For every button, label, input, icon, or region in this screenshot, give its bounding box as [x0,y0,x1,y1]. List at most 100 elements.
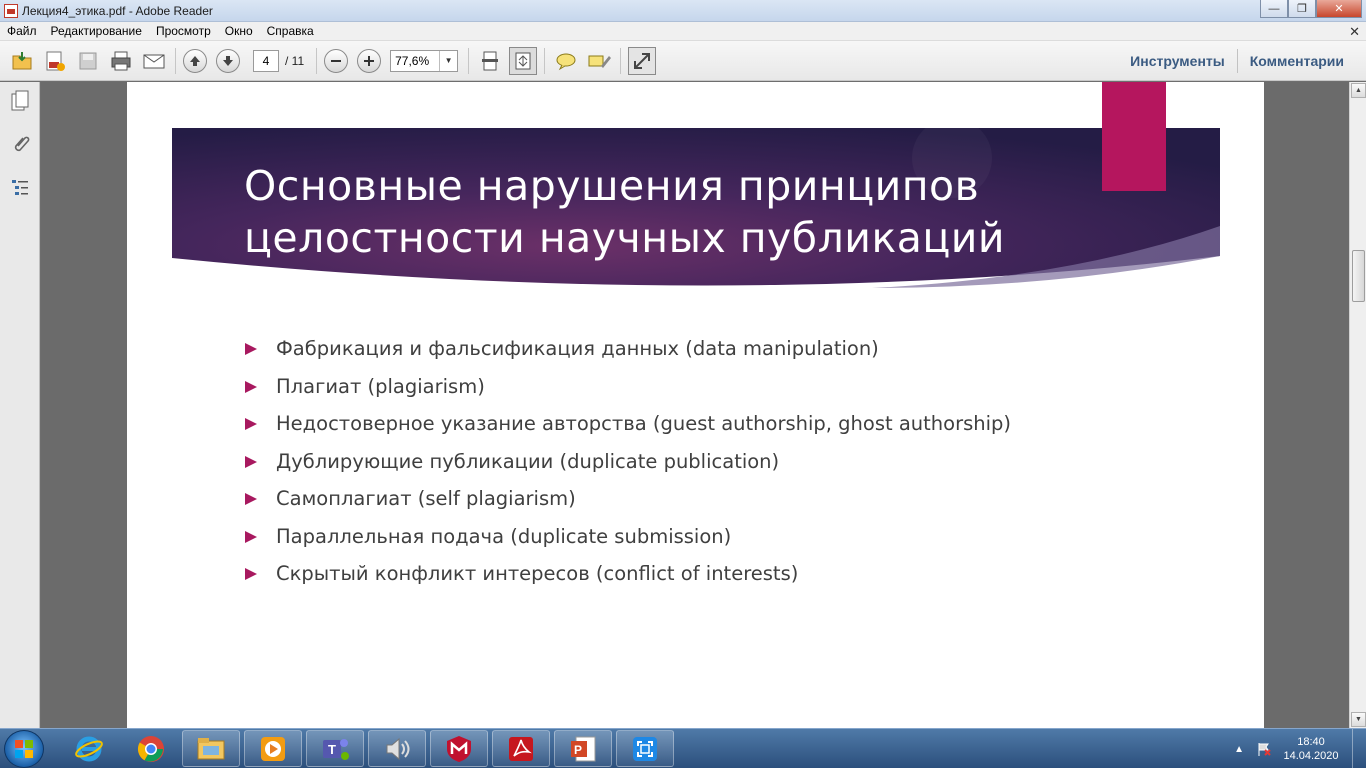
taskbar-volume[interactable] [368,730,426,767]
start-button[interactable] [4,730,44,768]
taskbar-mcafee[interactable] [430,730,488,767]
slide-accent-block [1102,82,1166,191]
scrollbar-thumb[interactable] [1352,250,1365,302]
pdf-page: Основные нарушения принципов целостности… [127,82,1264,728]
email-button[interactable] [140,47,168,75]
svg-text:P: P [574,743,582,757]
fit-page-icon [513,51,533,71]
plus-icon [363,55,375,67]
printer-icon [109,49,133,73]
powerpoint-icon: P [568,734,598,764]
scrolling-mode-button[interactable] [476,47,504,75]
save-disk-icon [77,50,99,72]
taskbar-file-explorer[interactable] [182,730,240,767]
taskbar-teams[interactable]: T [306,730,364,767]
previous-page-button[interactable] [183,49,207,73]
scroll-down-arrow-icon[interactable]: ▼ [1351,712,1366,727]
save-button[interactable] [74,47,102,75]
toolbar-separator [316,48,317,74]
menu-help[interactable]: Справка [260,22,321,41]
attachments-button[interactable] [9,133,31,155]
taskbar-powerpoint[interactable]: P [554,730,612,767]
bullet-item: Скрытый конфликт интересов (conflict of … [245,555,1011,593]
open-file-button[interactable] [8,47,36,75]
bullet-item: Недостоверное указание авторства (guest … [245,405,1011,443]
task-pane-links: Инструменты Комментарии [1118,41,1356,81]
bullet-item: Дублирующие публикации (duplicate public… [245,443,1011,481]
comments-pane-link[interactable]: Комментарии [1238,53,1356,69]
triangle-bullet-icon [245,343,257,355]
next-page-button[interactable] [216,49,240,73]
adobe-reader-icon [506,734,536,764]
show-desktop-button[interactable] [1352,729,1366,768]
window-title: Лекция4_этика.pdf - Adobe Reader [22,4,213,18]
taskbar-screen-capture[interactable] [616,730,674,767]
bullet-item: Плагиат (plagiarism) [245,368,1011,406]
minimize-button[interactable]: — [1260,0,1288,18]
toolbar-separator [620,48,621,74]
print-button[interactable] [107,47,135,75]
navigation-pane [0,82,40,728]
show-hidden-icons-icon[interactable]: ▲ [1234,744,1244,755]
bullet-item: Параллельная подача (duplicate submissio… [245,518,1011,556]
zoom-select[interactable]: 77,6% ▼ [390,50,458,72]
read-mode-button[interactable] [628,47,656,75]
add-comment-button[interactable] [552,47,580,75]
create-pdf-button[interactable] [41,47,69,75]
chevron-down-icon[interactable]: ▼ [439,51,457,71]
scroll-up-arrow-icon[interactable]: ▲ [1351,83,1366,98]
taskbar-chrome[interactable] [122,730,180,767]
minus-icon [330,55,342,67]
envelope-icon [142,49,166,73]
pdf-file-icon [4,4,18,18]
toolbar-separator [468,48,469,74]
tools-pane-link[interactable]: Инструменты [1118,53,1237,69]
vertical-scrollbar[interactable]: ▲ ▼ [1349,82,1366,728]
toolbar: 4 / 11 77,6% ▼ Инструменты Комментарии [0,41,1366,81]
arrow-up-icon [189,55,201,67]
highlighter-icon [587,50,611,72]
close-document-button[interactable]: ✕ [1349,24,1360,40]
bullet-item: Самоплагиат (self plagiarism) [245,480,1011,518]
system-tray: ▲ 18:40 14.04.2020 [1234,729,1366,768]
menu-file[interactable]: Файл [0,22,44,41]
triangle-bullet-icon [245,568,257,580]
paperclip-icon [10,133,30,155]
menu-edit[interactable]: Редактирование [44,22,149,41]
window-controls: — ❐ ✕ [1260,0,1362,18]
page-number-input[interactable]: 4 [253,50,279,72]
document-viewport[interactable]: Основные нарушения принципов целостности… [41,82,1349,728]
triangle-bullet-icon [245,418,257,430]
maximize-button[interactable]: ❐ [1288,0,1316,18]
close-button[interactable]: ✕ [1316,0,1362,18]
fit-page-button[interactable] [509,47,537,75]
action-center-flag-icon[interactable] [1256,741,1272,757]
media-player-icon [258,734,288,764]
taskbar-adobe-reader[interactable] [492,730,550,767]
menu-view[interactable]: Просмотр [149,22,218,41]
bullet-text: Плагиат (plagiarism) [276,375,485,398]
menu-window[interactable]: Окно [218,22,260,41]
create-pdf-icon [43,49,67,73]
mcafee-icon [444,734,474,764]
bullet-text: Параллельная подача (duplicate submissio… [276,525,731,548]
zoom-out-button[interactable] [324,49,348,73]
slide-title-line-1: Основные нарушения принципов [244,162,979,210]
bookmarks-button[interactable] [9,177,31,199]
bullet-text: Самоплагиат (self plagiarism) [276,487,576,510]
toolbar-separator [175,48,176,74]
title-bar: Лекция4_этика.pdf - Adobe Reader — ❐ ✕ [0,0,1366,22]
clock-date: 14.04.2020 [1276,749,1346,763]
highlight-text-button[interactable] [585,47,613,75]
system-clock[interactable]: 18:40 14.04.2020 [1276,735,1346,763]
triangle-bullet-icon [245,493,257,505]
bullet-text: Фабрикация и фальсификация данных (data … [276,337,879,360]
zoom-in-button[interactable] [357,49,381,73]
svg-text:T: T [328,742,336,757]
open-folder-icon [10,49,34,73]
triangle-bullet-icon [245,381,257,393]
taskbar-media-player[interactable] [244,730,302,767]
page-thumbnails-button[interactable] [9,90,31,112]
bullet-text: Скрытый конфликт интересов (conflict of … [276,562,798,585]
taskbar-internet-explorer[interactable] [60,730,118,767]
